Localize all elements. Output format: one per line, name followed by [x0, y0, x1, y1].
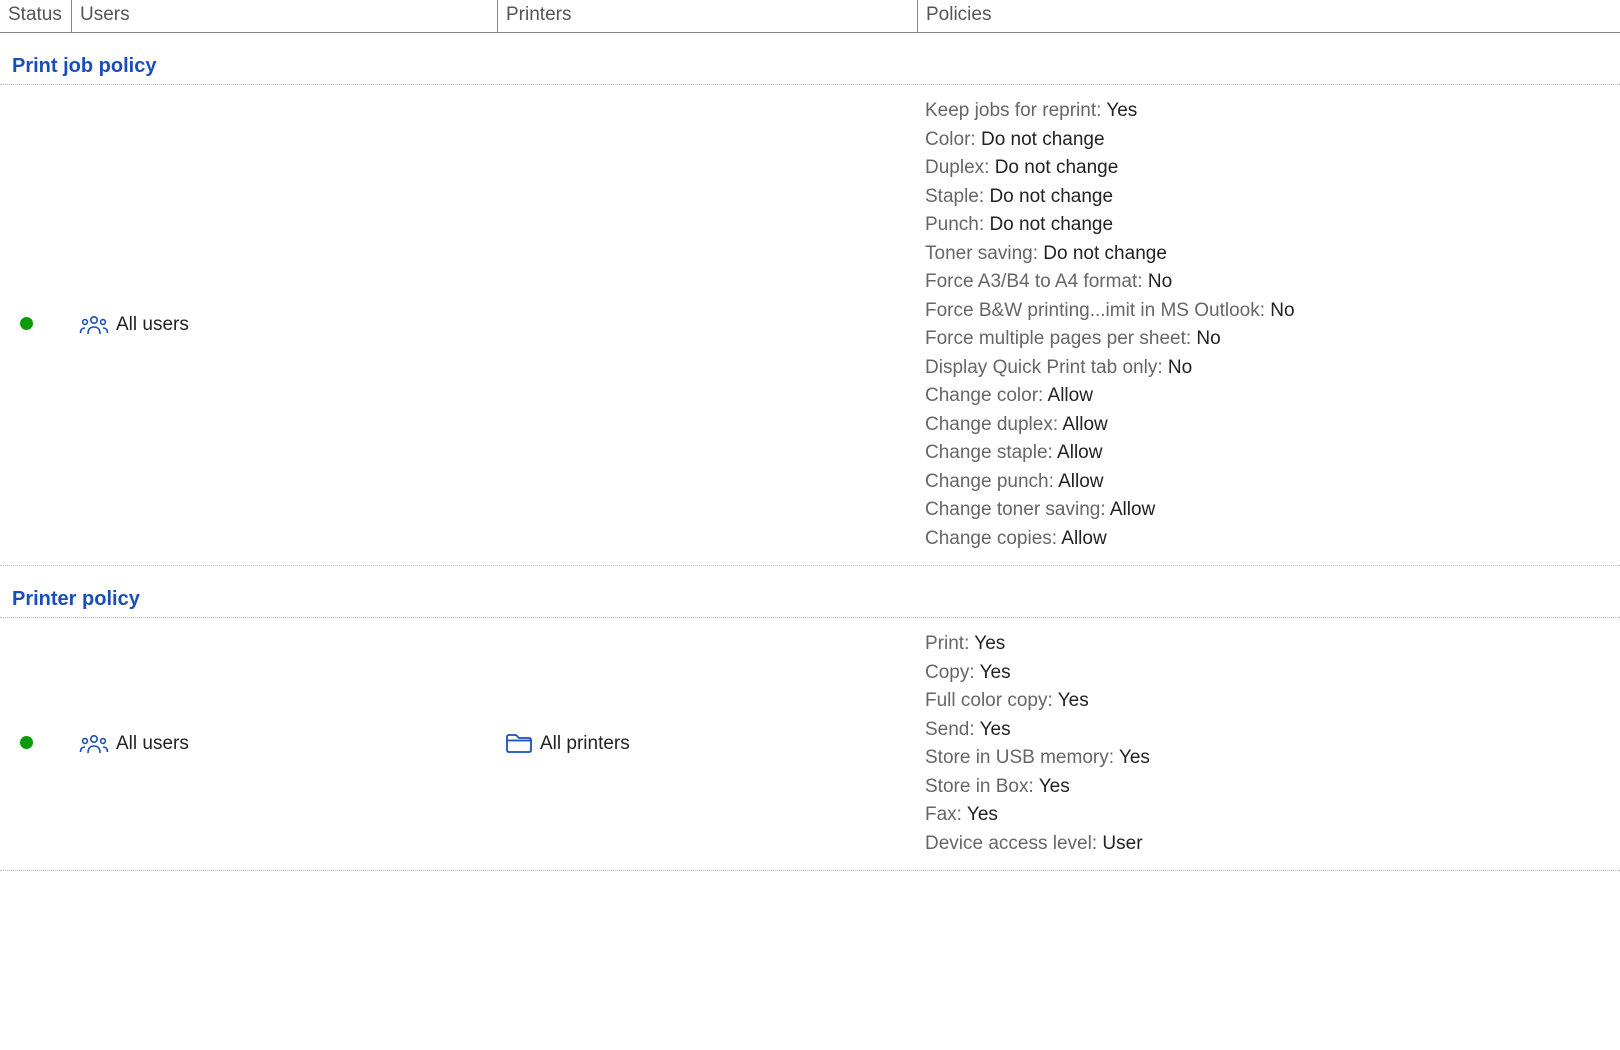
policy-item: Fax: Yes	[925, 801, 1612, 830]
policy-item: Keep jobs for reprint: Yes	[925, 97, 1612, 126]
policy-value: User	[1102, 833, 1142, 854]
policy-label: Change toner saving:	[925, 499, 1110, 520]
users-cell: All users	[71, 728, 497, 760]
policy-value: Yes	[1039, 776, 1070, 797]
users-label: All users	[116, 733, 189, 755]
policy-item: Change punch: Allow	[925, 468, 1612, 497]
policy-item: Copy: Yes	[925, 659, 1612, 688]
policy-label: Force multiple pages per sheet:	[925, 328, 1196, 349]
policy-value: Yes	[1119, 747, 1150, 768]
users-label: All users	[116, 314, 189, 336]
policy-label: Change staple:	[925, 442, 1057, 463]
policy-value: No	[1196, 328, 1220, 349]
policy-label: Fax:	[925, 804, 967, 825]
policy-item: Toner saving: Do not change	[925, 240, 1612, 269]
users-icon	[79, 730, 109, 758]
policy-label: Keep jobs for reprint:	[925, 100, 1106, 121]
policy-item: Store in Box: Yes	[925, 773, 1612, 802]
policy-item: Duplex: Do not change	[925, 154, 1612, 183]
policy-label: Duplex:	[925, 157, 995, 178]
policy-label: Send:	[925, 719, 980, 740]
policy-label: Punch:	[925, 214, 989, 235]
section-title-printer-policy: Printer policy	[0, 566, 1620, 618]
policy-item: Change color: Allow	[925, 382, 1612, 411]
policy-value: Yes	[980, 662, 1011, 683]
policies-cell: Print: Yes Copy: Yes Full color copy: Ye…	[917, 628, 1620, 860]
policy-label: Store in Box:	[925, 776, 1039, 797]
policy-item: Change staple: Allow	[925, 439, 1612, 468]
policy-label: Full color copy:	[925, 690, 1058, 711]
policy-value: Yes	[967, 804, 998, 825]
policies-cell: Keep jobs for reprint: Yes Color: Do not…	[917, 95, 1620, 555]
policy-value: Allow	[1062, 414, 1107, 435]
column-header-status[interactable]: Status	[0, 0, 71, 32]
policy-value: No	[1148, 271, 1172, 292]
policy-item: Device access level: User	[925, 830, 1612, 859]
policy-item: Store in USB memory: Yes	[925, 744, 1612, 773]
policy-value: Yes	[1106, 100, 1137, 121]
policy-item: Punch: Do not change	[925, 211, 1612, 240]
policy-item: Print: Yes	[925, 630, 1612, 659]
policy-value: Yes	[974, 633, 1005, 654]
printers-cell: All printers	[497, 730, 917, 758]
column-header-policies[interactable]: Policies	[917, 0, 1620, 32]
status-cell	[0, 731, 71, 757]
policy-label: Staple:	[925, 186, 989, 207]
policy-label: Change duplex:	[925, 414, 1062, 435]
policy-label: Device access level:	[925, 833, 1102, 854]
policy-item: Force A3/B4 to A4 format: No	[925, 268, 1612, 297]
policy-item: Force B&W printing...imit in MS Outlook:…	[925, 297, 1612, 326]
policy-label: Store in USB memory:	[925, 747, 1119, 768]
policy-item: Change duplex: Allow	[925, 411, 1612, 440]
table-header-row: Status Users Printers Policies	[0, 0, 1620, 33]
policy-label: Force A3/B4 to A4 format:	[925, 271, 1148, 292]
users-icon	[79, 311, 109, 339]
policy-label: Change copies:	[925, 528, 1061, 549]
policy-value: Yes	[980, 719, 1011, 740]
policy-item: Display Quick Print tab only: No	[925, 354, 1612, 383]
folder-icon	[505, 732, 533, 756]
policy-label: Copy:	[925, 662, 980, 683]
policy-item: Staple: Do not change	[925, 183, 1612, 212]
policy-value: Allow	[1057, 442, 1102, 463]
policy-value: Allow	[1061, 528, 1106, 549]
column-header-printers[interactable]: Printers	[497, 0, 917, 32]
policy-value: No	[1270, 300, 1294, 321]
policy-label: Toner saving:	[925, 243, 1043, 264]
policy-label: Color:	[925, 129, 981, 150]
policy-value: No	[1168, 357, 1192, 378]
status-dot-icon	[20, 736, 33, 749]
policy-label: Change color:	[925, 385, 1048, 406]
table-row[interactable]: All users All printers Print: Yes Copy: …	[0, 618, 1620, 871]
policy-value: Do not change	[989, 186, 1113, 207]
status-dot-icon	[20, 317, 33, 330]
policy-label: Print:	[925, 633, 974, 654]
policy-value: Do not change	[989, 214, 1113, 235]
table-row[interactable]: All users Keep jobs for reprint: Yes Col…	[0, 85, 1620, 566]
policy-item: Send: Yes	[925, 716, 1612, 745]
policy-value: Allow	[1048, 385, 1093, 406]
policy-value: Do not change	[995, 157, 1119, 178]
users-cell: All users	[71, 309, 497, 341]
policy-item: Full color copy: Yes	[925, 687, 1612, 716]
status-cell	[0, 312, 71, 338]
policy-item: Change copies: Allow	[925, 525, 1612, 554]
policy-label: Display Quick Print tab only:	[925, 357, 1168, 378]
policy-value: Do not change	[981, 129, 1105, 150]
policy-value: Do not change	[1043, 243, 1167, 264]
policy-value: Allow	[1110, 499, 1155, 520]
section-title-print-job-policy: Print job policy	[0, 33, 1620, 85]
policy-item: Force multiple pages per sheet: No	[925, 325, 1612, 354]
column-header-users[interactable]: Users	[71, 0, 497, 32]
policies-table: Status Users Printers Policies Print job…	[0, 0, 1620, 871]
policy-label: Change punch:	[925, 471, 1058, 492]
policy-item: Color: Do not change	[925, 126, 1612, 155]
printers-label: All printers	[540, 733, 630, 755]
policy-item: Change toner saving: Allow	[925, 496, 1612, 525]
policy-value: Allow	[1058, 471, 1103, 492]
policy-value: Yes	[1058, 690, 1089, 711]
printers-cell	[497, 323, 917, 327]
policy-label: Force B&W printing...imit in MS Outlook:	[925, 300, 1270, 321]
